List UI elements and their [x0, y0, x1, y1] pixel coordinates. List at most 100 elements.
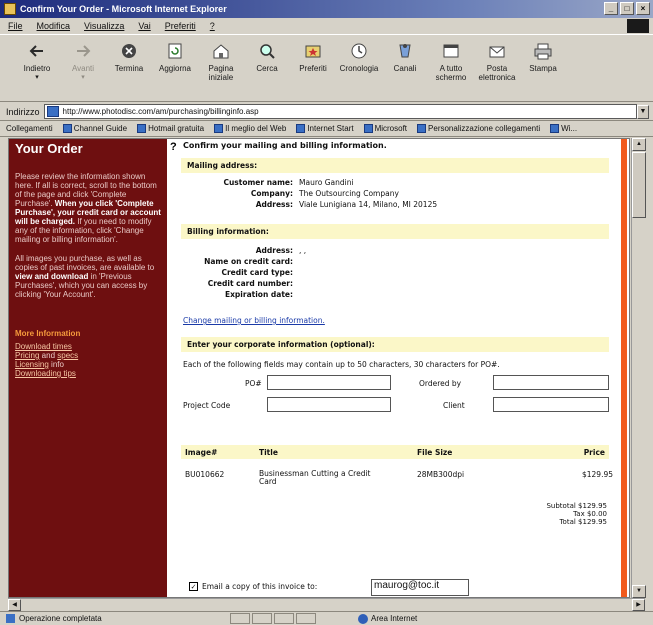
- link-page-icon: [214, 124, 224, 133]
- project-code-input[interactable]: [267, 397, 391, 412]
- menu-vai[interactable]: Vai: [138, 21, 150, 31]
- more-information-links: Download times Pricing and specs Licensi…: [15, 342, 79, 378]
- col-title: Title: [259, 448, 278, 457]
- scroll-thumb[interactable]: [632, 152, 646, 218]
- back-arrow-icon: [27, 41, 47, 61]
- sidebar-images-note: All images you purchase, as well as copi…: [15, 254, 155, 299]
- scroll-right-icon[interactable]: ▶: [632, 599, 645, 611]
- downloading-tips-link[interactable]: Downloading tips: [15, 369, 76, 378]
- refresh-icon: [165, 41, 185, 61]
- ie-app-icon: [4, 3, 16, 15]
- globe-icon: [358, 613, 368, 624]
- toolbar-button-label: Cerca: [256, 64, 278, 73]
- mailing-address-block: Customer name: Mauro Gandini Company: The …: [181, 177, 617, 210]
- windows-throbber-icon: [627, 19, 649, 33]
- toolbar-button-channels[interactable]: Canali: [382, 41, 428, 73]
- menu-preferiti[interactable]: Preferiti: [165, 21, 196, 31]
- toolbar-button-history[interactable]: Cronologia: [336, 41, 382, 73]
- toolbar-button-back-arrow[interactable]: Indietro ▾: [14, 41, 60, 82]
- link-microsoft[interactable]: Microsoft: [363, 124, 407, 133]
- page-viewport: Your Order Please review the information…: [8, 138, 630, 598]
- status-pane: [230, 613, 250, 624]
- project-code-label: Project Code: [183, 401, 231, 410]
- toolbar-button-favorites[interactable]: Preferiti: [290, 41, 336, 73]
- po-input[interactable]: [267, 375, 391, 390]
- link-internet-start[interactable]: Internet Start: [296, 124, 354, 133]
- page-icon: [46, 106, 59, 117]
- po-label: PO#: [245, 379, 262, 388]
- link-page-icon: [296, 124, 306, 133]
- link-windows[interactable]: Wi...: [550, 124, 577, 133]
- horizontal-scrollbar[interactable]: ◀ ▶: [8, 598, 645, 611]
- forward-arrow-icon: [73, 41, 93, 61]
- menu-modifica[interactable]: Modifica: [37, 21, 71, 31]
- link-hotmail[interactable]: Hotmail gratuita: [137, 124, 204, 133]
- change-billing-link[interactable]: Change mailing or billing information.: [183, 316, 617, 325]
- toolbar-button-fullscreen[interactable]: A tutto schermo: [428, 41, 474, 82]
- toolbar-button-label: Avanti: [71, 64, 95, 73]
- address-input[interactable]: http://www.photodisc.com/am/purchasing/b…: [43, 104, 637, 119]
- corporate-instructions: Each of the following fields may contain…: [183, 360, 500, 369]
- link-channel-guide[interactable]: Channel Guide: [62, 124, 127, 133]
- download-times-link[interactable]: Download times: [15, 342, 72, 351]
- order-main: Confirm your mailing and billing informa…: [181, 139, 617, 597]
- page-done-icon: [6, 614, 15, 623]
- toolbar-button-label: Indietro: [23, 64, 51, 73]
- help-mark[interactable]: ?: [170, 141, 177, 153]
- toolbar-button-label: Canali: [393, 64, 417, 73]
- link-best-of-web[interactable]: Il meglio del Web: [214, 124, 286, 133]
- history-icon: [349, 41, 369, 61]
- status-pane: [296, 613, 316, 624]
- toolbar-button-home[interactable]: Pagina iniziale: [198, 41, 244, 82]
- menu-visualizza[interactable]: Visualizza: [84, 21, 124, 31]
- licensing-link[interactable]: Licensing: [15, 360, 49, 369]
- toolbar-button-mail[interactable]: Posta elettronica: [474, 41, 520, 82]
- specs-link[interactable]: specs: [57, 351, 78, 360]
- address-dropdown-icon[interactable]: ▼: [637, 105, 649, 119]
- link-customize-links[interactable]: Personalizzazione collegamenti: [417, 124, 540, 133]
- email-invoice-label: Email a copy of this invoice to:: [202, 582, 318, 591]
- page-title: Confirm your mailing and billing informa…: [183, 141, 387, 150]
- toolbar-button-label: Posta elettronica: [478, 64, 516, 82]
- address-label: Indirizzo: [6, 106, 40, 117]
- col-file-size: File Size: [417, 448, 453, 457]
- scroll-left-icon[interactable]: ◀: [8, 599, 21, 611]
- chevron-down-icon[interactable]: ▾: [35, 73, 39, 82]
- ordered-by-input[interactable]: [493, 375, 609, 390]
- billing-information-heading: Billing information:: [181, 224, 609, 239]
- close-icon[interactable]: ×: [636, 2, 650, 15]
- vertical-scrollbar[interactable]: ▲ ▼: [631, 138, 646, 598]
- toolbar-button-label: A tutto schermo: [435, 64, 467, 82]
- address-url: http://www.photodisc.com/am/purchasing/b…: [62, 107, 259, 116]
- chevron-down-icon[interactable]: ▾: [81, 73, 85, 82]
- link-page-icon: [62, 124, 72, 133]
- channels-icon: [395, 41, 415, 61]
- toolbar-button-stop[interactable]: Termina: [106, 41, 152, 73]
- client-input[interactable]: [493, 397, 609, 412]
- pricing-link[interactable]: Pricing: [15, 351, 39, 360]
- menu-help[interactable]: ?: [210, 21, 215, 31]
- toolbar-button-forward-arrow[interactable]: Avanti ▾: [60, 41, 106, 82]
- sidebar-heading: Your Order: [15, 141, 83, 156]
- menu-file[interactable]: File: [8, 21, 23, 31]
- item-title: Businessman Cutting a Credit Card: [259, 469, 371, 486]
- minimize-icon[interactable]: _: [604, 2, 618, 15]
- email-input[interactable]: maurog@toc.it: [371, 579, 469, 596]
- link-page-icon: [363, 124, 373, 133]
- toolbar-button-search[interactable]: Cerca: [244, 41, 290, 73]
- item-image-id: BU010662: [185, 470, 225, 479]
- scroll-up-icon[interactable]: ▲: [632, 138, 646, 151]
- email-invoice-row: ✓ Email a copy of this invoice to:: [189, 582, 317, 591]
- window-titlebar: Confirm Your Order - Microsoft Internet …: [0, 0, 653, 18]
- ordered-by-label: Ordered by: [419, 379, 462, 388]
- maximize-icon[interactable]: □: [620, 2, 634, 15]
- toolbar-button-print[interactable]: Stampa: [520, 41, 566, 73]
- mail-icon: [487, 41, 507, 61]
- email-invoice-checkbox[interactable]: ✓: [189, 582, 198, 591]
- scroll-down-icon[interactable]: ▼: [632, 585, 646, 598]
- billing-row: Expiration date:: [224, 290, 293, 299]
- toolbar-button-label: Cronologia: [339, 64, 379, 73]
- toolbar-button-refresh[interactable]: Aggiorna: [152, 41, 198, 73]
- stop-icon: [119, 41, 139, 61]
- corporate-form: PO# Ordered by Project Code Client: [181, 375, 617, 421]
